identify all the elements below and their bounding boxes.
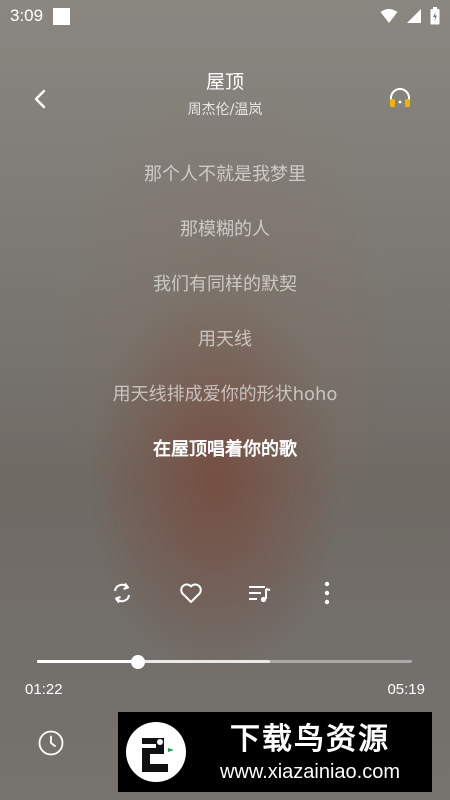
battery-icon: [430, 7, 440, 25]
current-time: 01:22: [25, 681, 63, 698]
lyric-line-current: 在屋顶唱着你的歌: [153, 439, 297, 460]
lyric-line: 用天线: [198, 329, 252, 350]
bird-logo-icon: [126, 722, 186, 782]
wifi-icon: [380, 9, 398, 23]
progress-thumb[interactable]: [131, 655, 146, 669]
more-vert-icon[interactable]: [312, 578, 342, 608]
progress-played: [37, 660, 139, 663]
watermark-url: www.xiazainiao.com: [219, 761, 401, 783]
watermark-banner: 下载鸟资源 www.xiazainiao.com: [118, 712, 432, 792]
player-controls: [0, 578, 450, 610]
clock-icon[interactable]: [37, 729, 65, 757]
song-artist: 周杰伦/温岚: [187, 102, 263, 118]
total-time: 05:19: [387, 681, 425, 698]
status-bar: 3:09: [0, 0, 450, 32]
heart-icon[interactable]: [176, 578, 206, 608]
progress-slider[interactable]: [37, 655, 412, 669]
lyric-line: 我们有同样的默契: [153, 274, 297, 295]
status-time: 3:09: [10, 6, 44, 25]
lyric-line: 用天线排成爱你的形状hoho: [112, 384, 338, 405]
song-title: 屋顶: [205, 71, 244, 93]
headphones-icon[interactable]: [388, 86, 412, 110]
repeat-icon[interactable]: [107, 578, 137, 608]
signal-icon: [407, 9, 421, 23]
notification-icon: [53, 7, 71, 25]
lyric-line: 那个人不就是我梦里: [144, 164, 306, 185]
lyric-line: 那模糊的人: [180, 219, 270, 240]
lyrics-view[interactable]: 那个人不就是我梦里 那模糊的人 我们有同样的默契 用天线 用天线排成爱你的形状h…: [0, 160, 450, 490]
watermark-title: 下载鸟资源: [230, 722, 390, 757]
song-header: 屋顶 周杰伦/温岚: [0, 68, 450, 122]
playlist-icon[interactable]: [245, 578, 275, 608]
